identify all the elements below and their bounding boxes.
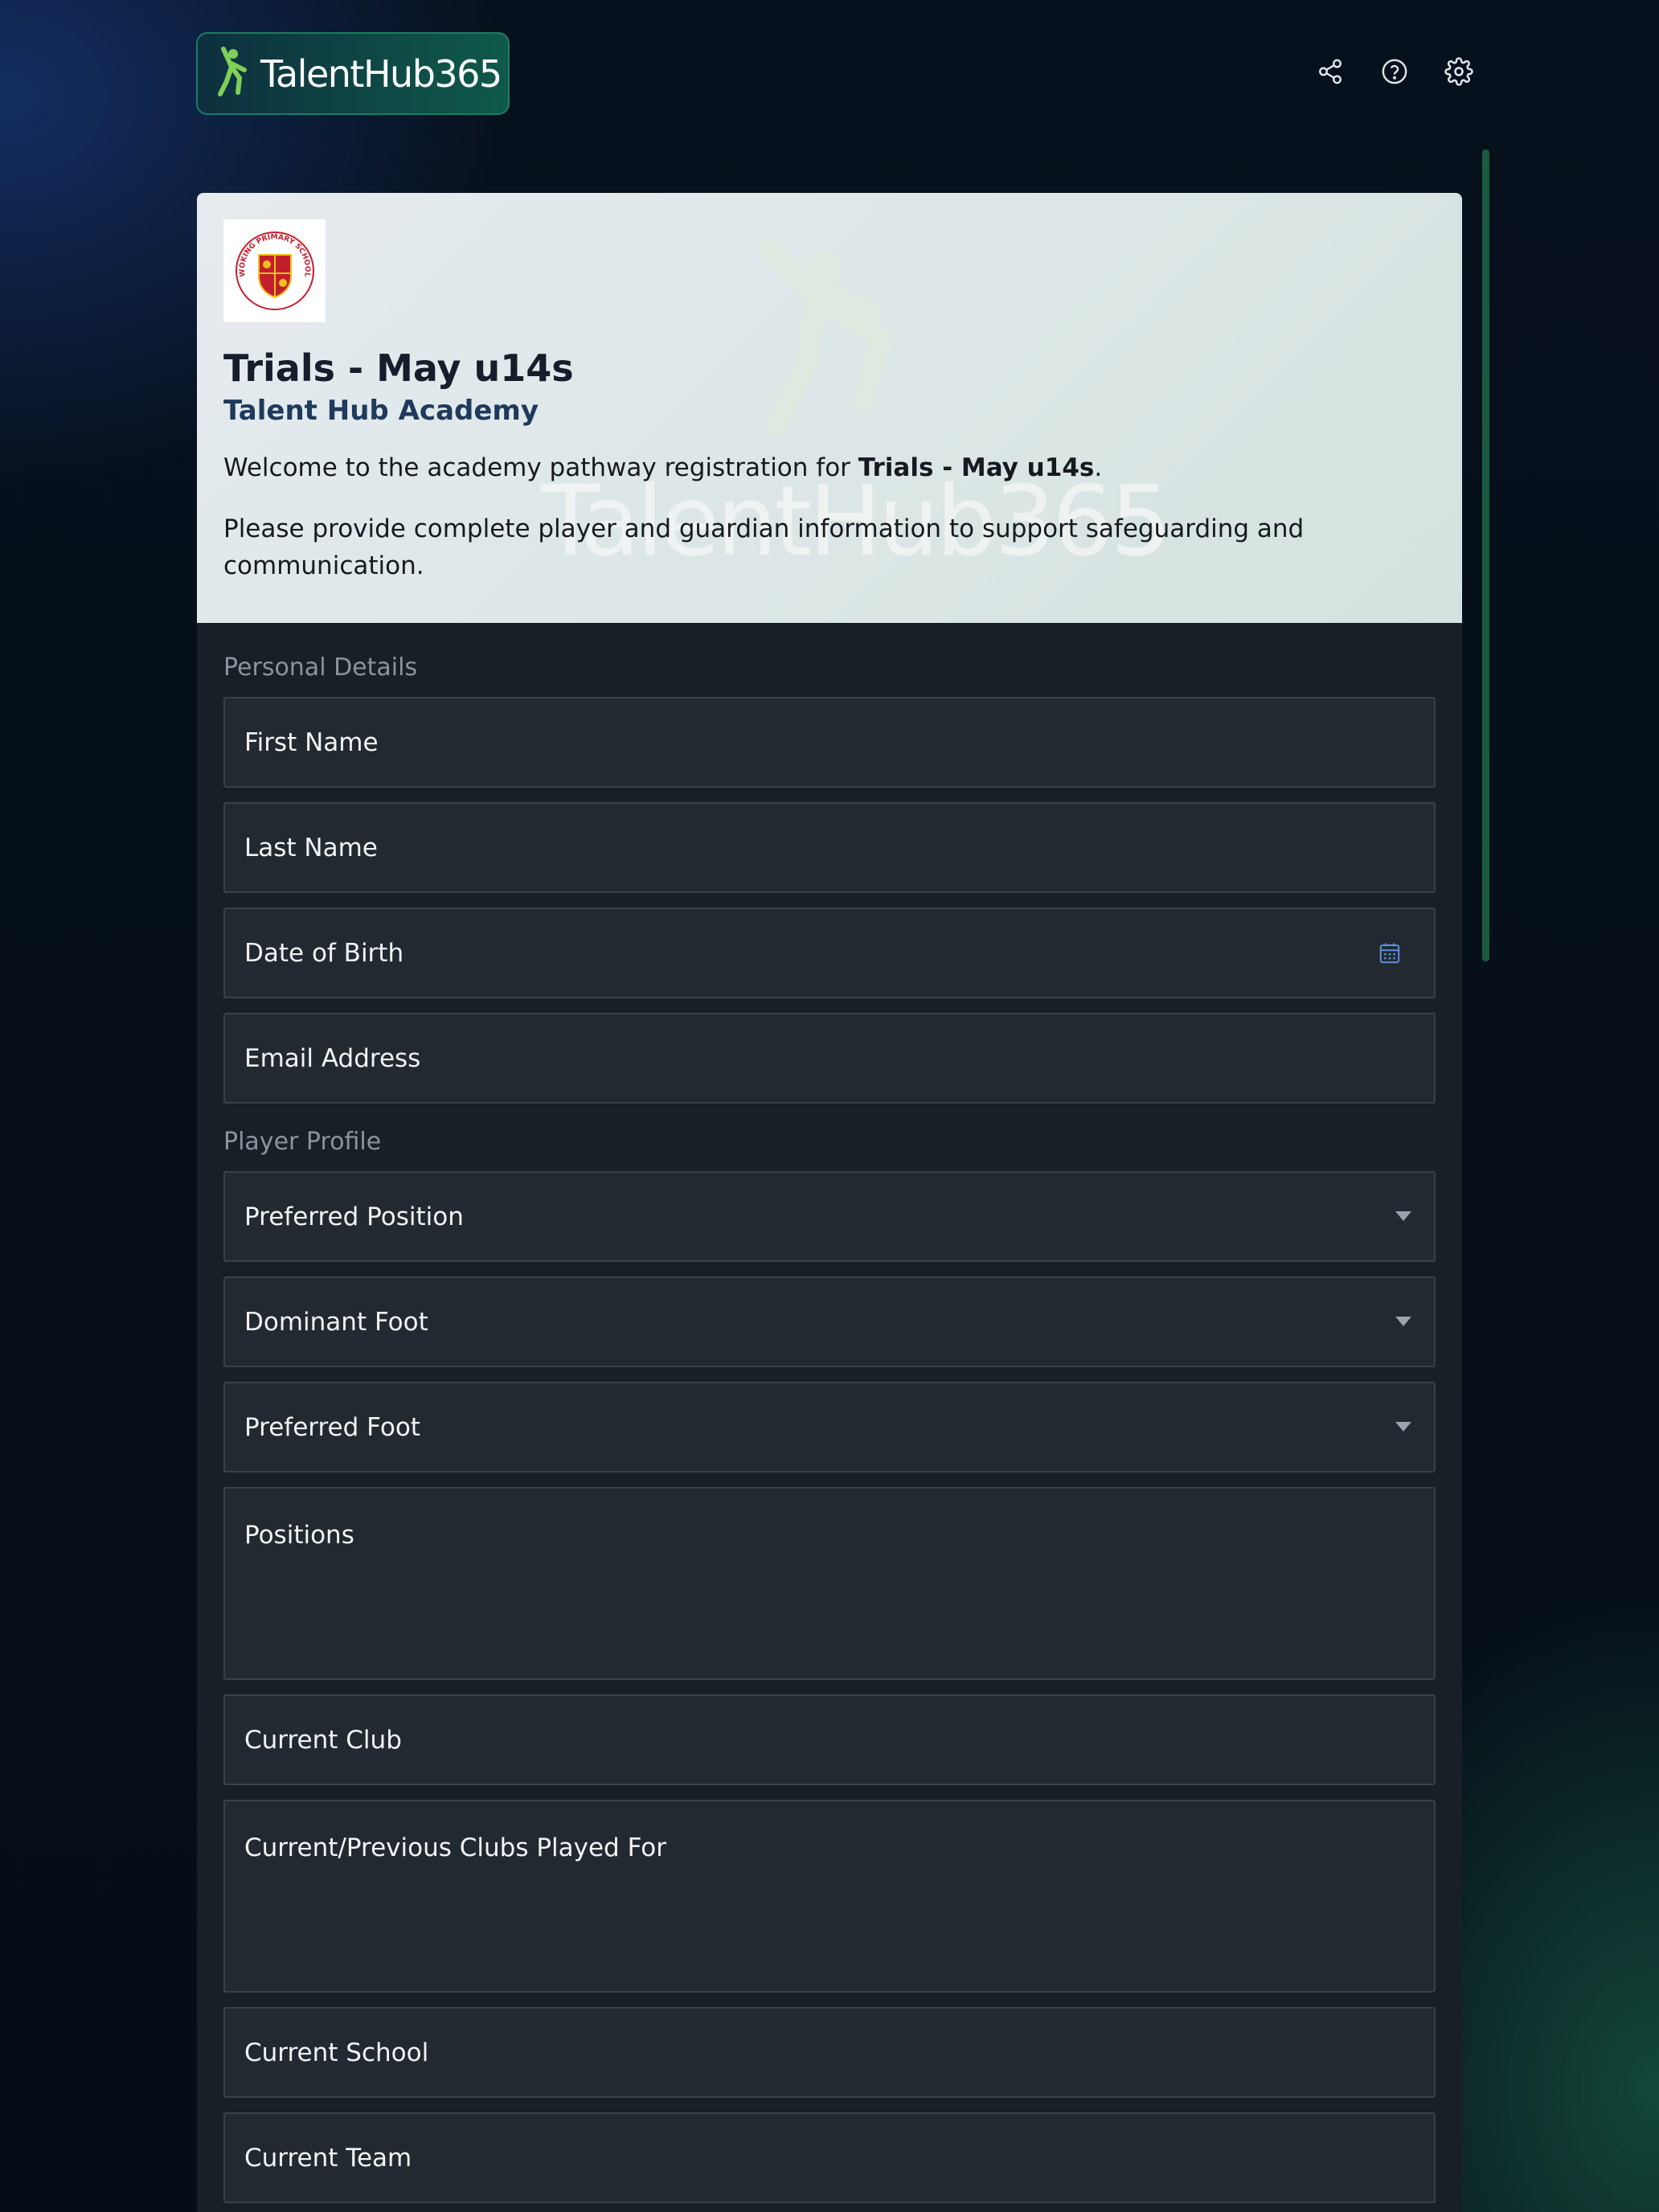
- welcome-prefix: Welcome to the academy pathway registrat…: [223, 453, 858, 482]
- help-icon[interactable]: [1379, 56, 1410, 87]
- current-school-label: Current School: [244, 2038, 429, 2067]
- current-team-label: Current Team: [244, 2143, 412, 2173]
- email-field[interactable]: Email Address: [223, 1013, 1436, 1104]
- chevron-down-icon: [1395, 1211, 1411, 1221]
- positions-label: Positions: [244, 1521, 354, 1550]
- last-name-field[interactable]: Last Name: [223, 802, 1436, 893]
- academy-name: Talent Hub Academy: [223, 395, 539, 427]
- player-icon: [218, 46, 247, 96]
- current-school-field[interactable]: Current School: [223, 2007, 1436, 2098]
- current-club-field[interactable]: Current Club: [223, 1694, 1436, 1785]
- brand-logo[interactable]: TalentHub365: [196, 32, 510, 115]
- section-personal-details: Personal Details: [223, 653, 418, 682]
- preferred-position-label: Preferred Position: [244, 1202, 464, 1231]
- header-actions: [1315, 56, 1474, 87]
- instructions-text: Please provide complete player and guard…: [223, 514, 1305, 580]
- current-club-label: Current Club: [244, 1725, 402, 1755]
- registration-card: TalentHub365 WOKING PRIMARY SCHOOLS F.A.…: [197, 193, 1462, 2212]
- date-of-birth-field[interactable]: Date of Birth: [223, 907, 1436, 998]
- share-icon[interactable]: [1315, 56, 1346, 87]
- email-label: Email Address: [244, 1043, 421, 1073]
- hero-banner: TalentHub365 WOKING PRIMARY SCHOOLS F.A.…: [197, 193, 1462, 623]
- preferred-foot-select[interactable]: Preferred Foot: [223, 1382, 1436, 1473]
- calendar-icon[interactable]: [1378, 941, 1402, 965]
- scrollbar[interactable]: [1482, 150, 1489, 961]
- settings-icon[interactable]: [1444, 56, 1474, 87]
- brand-name: TalentHub365: [260, 51, 502, 96]
- first-name-field[interactable]: First Name: [223, 697, 1436, 788]
- first-name-label: First Name: [244, 727, 379, 757]
- welcome-event-name: Trials - May u14s: [858, 453, 1095, 482]
- chevron-down-icon: [1395, 1422, 1411, 1432]
- welcome-text: Welcome to the academy pathway registrat…: [223, 449, 1436, 486]
- current-team-field[interactable]: Current Team: [223, 2112, 1436, 2203]
- club-crest: WOKING PRIMARY SCHOOLS F.A.: [223, 219, 326, 322]
- date-of-birth-label: Date of Birth: [244, 938, 404, 968]
- previous-clubs-textarea[interactable]: Current/Previous Clubs Played For: [223, 1800, 1436, 1993]
- page-title: Trials - May u14s: [223, 346, 574, 390]
- preferred-foot-label: Preferred Foot: [244, 1412, 420, 1442]
- preferred-position-select[interactable]: Preferred Position: [223, 1171, 1436, 1262]
- dominant-foot-label: Dominant Foot: [244, 1307, 428, 1337]
- welcome-suffix: .: [1094, 453, 1103, 482]
- positions-textarea[interactable]: Positions: [223, 1487, 1436, 1680]
- last-name-label: Last Name: [244, 833, 378, 862]
- chevron-down-icon: [1395, 1317, 1411, 1326]
- section-player-profile: Player Profile: [223, 1128, 382, 1156]
- dominant-foot-select[interactable]: Dominant Foot: [223, 1276, 1436, 1367]
- previous-clubs-label: Current/Previous Clubs Played For: [244, 1833, 667, 1862]
- registration-form: Personal Details First Name Last Name Da…: [197, 653, 1462, 2203]
